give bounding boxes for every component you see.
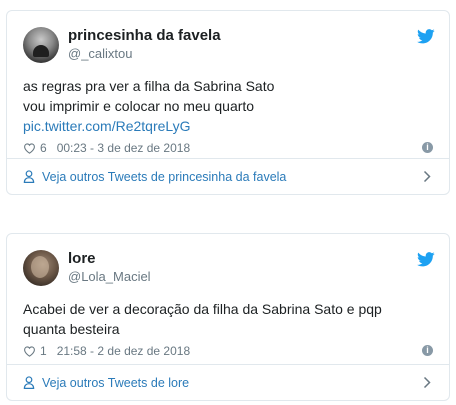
chevron-right-icon[interactable] — [423, 376, 431, 389]
avatar[interactable] — [23, 27, 59, 63]
more-tweets-link[interactable]: Veja outros Tweets de lore — [7, 364, 449, 400]
user-handle[interactable]: @_calixtou — [68, 45, 221, 63]
author-names: princesinha da favela @_calixtou — [68, 27, 221, 63]
twitter-bird-icon[interactable] — [417, 252, 435, 267]
twitter-bird-icon[interactable] — [417, 29, 435, 44]
heart-icon[interactable] — [23, 142, 36, 154]
display-name[interactable]: lore — [68, 250, 151, 268]
avatar[interactable] — [23, 250, 59, 286]
tweet-author[interactable]: princesinha da favela @_calixtou — [23, 27, 433, 63]
tweet-body: princesinha da favela @_calixtou as regr… — [7, 11, 449, 158]
like-count[interactable]: 6 — [40, 141, 47, 155]
info-icon[interactable]: i — [422, 142, 433, 153]
tweet-timestamp[interactable]: 00:23 - 3 de dez de 2018 — [57, 141, 190, 155]
chevron-right-icon[interactable] — [423, 170, 431, 183]
more-tweets-link[interactable]: Veja outros Tweets de princesinha da fav… — [7, 158, 449, 194]
person-icon — [23, 376, 35, 389]
display-name[interactable]: princesinha da favela — [68, 27, 221, 45]
more-tweets-label[interactable]: Veja outros Tweets de princesinha da fav… — [42, 170, 286, 184]
tweet-text-line: as regras pra ver a filha da Sabrina Sat… — [23, 78, 275, 94]
tweet-meta: 1 21:58 - 2 de dez de 2018 i — [23, 341, 433, 361]
tweet-author[interactable]: lore @Lola_Maciel — [23, 250, 433, 286]
tweet-text-line: quanta besteira — [23, 321, 120, 337]
author-names: lore @Lola_Maciel — [68, 250, 151, 286]
tweet-text-line: Acabei de ver a decoração da filha da Sa… — [23, 301, 382, 317]
tweet-body: lore @Lola_Maciel Acabei de ver a decora… — [7, 234, 449, 361]
tweet-card: princesinha da favela @_calixtou as regr… — [6, 10, 450, 195]
tweet-timestamp[interactable]: 21:58 - 2 de dez de 2018 — [57, 344, 190, 358]
media-link[interactable]: pic.twitter.com/Re2tqreLyG — [23, 116, 433, 136]
heart-icon[interactable] — [23, 345, 36, 357]
user-handle[interactable]: @Lola_Maciel — [68, 268, 151, 286]
person-icon — [23, 170, 35, 183]
like-count[interactable]: 1 — [40, 344, 47, 358]
tweet-meta: 6 00:23 - 3 de dez de 2018 i — [23, 138, 433, 158]
info-icon[interactable]: i — [422, 345, 433, 356]
tweet-text: as regras pra ver a filha da Sabrina Sat… — [23, 76, 433, 136]
more-tweets-label[interactable]: Veja outros Tweets de lore — [42, 376, 189, 390]
tweet-text: Acabei de ver a decoração da filha da Sa… — [23, 299, 433, 339]
tweet-card: lore @Lola_Maciel Acabei de ver a decora… — [6, 233, 450, 401]
tweet-text-line: vou imprimir e colocar no meu quarto — [23, 98, 255, 114]
